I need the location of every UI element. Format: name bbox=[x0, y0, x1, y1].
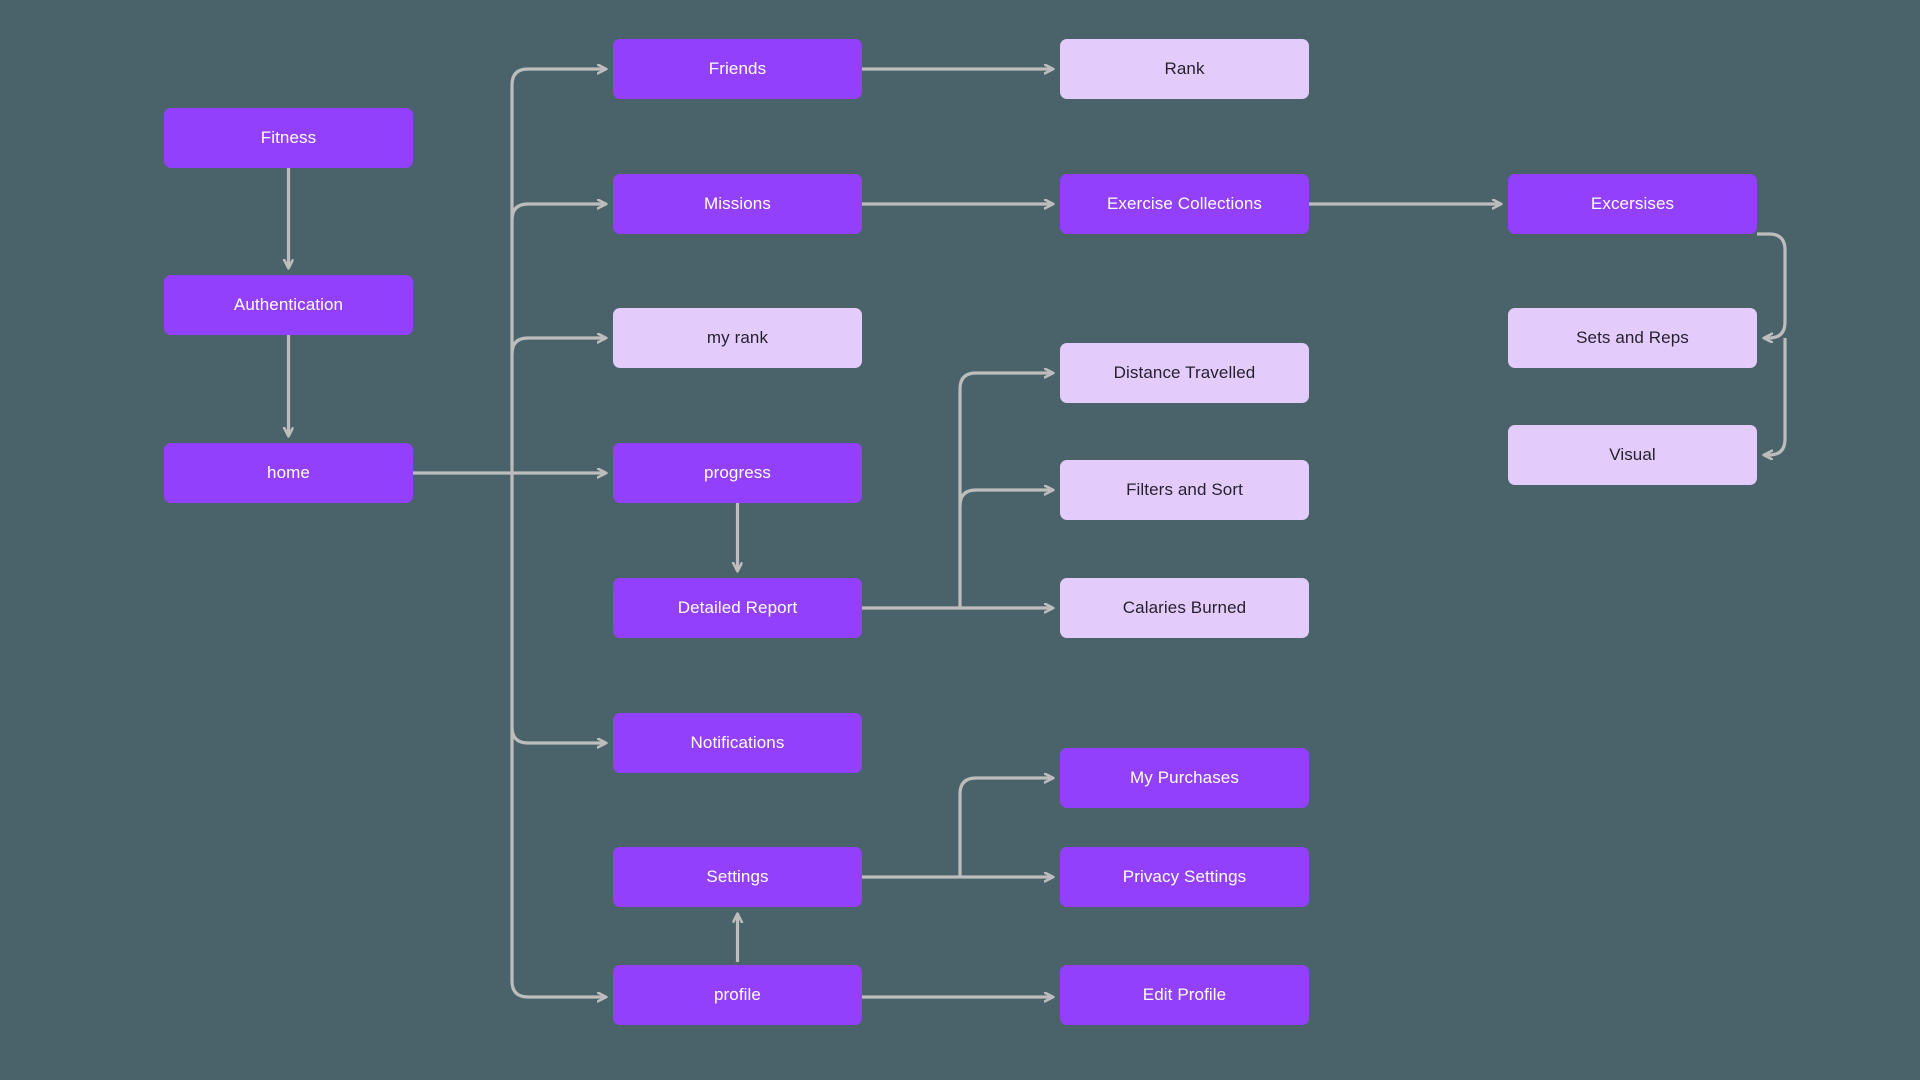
node-distance-travelled[interactable]: Distance Travelled bbox=[1060, 343, 1309, 403]
node-friends[interactable]: Friends bbox=[613, 39, 862, 99]
edge-home-my-rank bbox=[510, 338, 606, 355]
node-privacy-settings[interactable]: Privacy Settings bbox=[1060, 847, 1309, 907]
node-my-rank[interactable]: my rank bbox=[613, 308, 862, 368]
edge-excersises-visual bbox=[1764, 338, 1787, 455]
node-fitness[interactable]: Fitness bbox=[164, 108, 413, 168]
node-sets-and-reps[interactable]: Sets and Reps bbox=[1508, 308, 1757, 368]
node-exercise-collections[interactable]: Exercise Collections bbox=[1060, 174, 1309, 234]
node-notifications[interactable]: Notifications bbox=[613, 713, 862, 773]
node-missions[interactable]: Missions bbox=[613, 174, 862, 234]
node-calaries-burned[interactable]: Calaries Burned bbox=[1060, 578, 1309, 638]
node-authentication[interactable]: Authentication bbox=[164, 275, 413, 335]
node-settings[interactable]: Settings bbox=[613, 847, 862, 907]
node-home[interactable]: home bbox=[164, 443, 413, 503]
node-profile[interactable]: profile bbox=[613, 965, 862, 1025]
flowchart-canvas: Fitness Authentication home Friends Rank… bbox=[0, 0, 1920, 1080]
edge-excersises-sets-and-reps bbox=[1757, 232, 1787, 338]
node-filters-and-sort[interactable]: Filters and Sort bbox=[1060, 460, 1309, 520]
node-edit-profile[interactable]: Edit Profile bbox=[1060, 965, 1309, 1025]
node-my-purchases[interactable]: My Purchases bbox=[1060, 748, 1309, 808]
node-visual[interactable]: Visual bbox=[1508, 425, 1757, 485]
node-excersises[interactable]: Excersises bbox=[1508, 174, 1757, 234]
edge-home-missions bbox=[510, 204, 606, 221]
node-detailed-report[interactable]: Detailed Report bbox=[613, 578, 862, 638]
spine-home-lower bbox=[510, 473, 606, 997]
edge-settings-my-purchases bbox=[958, 778, 1053, 877]
node-rank[interactable]: Rank bbox=[1060, 39, 1309, 99]
edge-detailed-report-filters-and-sort bbox=[958, 490, 1053, 507]
spine-detailed-report bbox=[958, 373, 1053, 608]
edge-home-notifications bbox=[510, 726, 606, 743]
spine-home-upper bbox=[510, 69, 606, 473]
node-progress[interactable]: progress bbox=[613, 443, 862, 503]
